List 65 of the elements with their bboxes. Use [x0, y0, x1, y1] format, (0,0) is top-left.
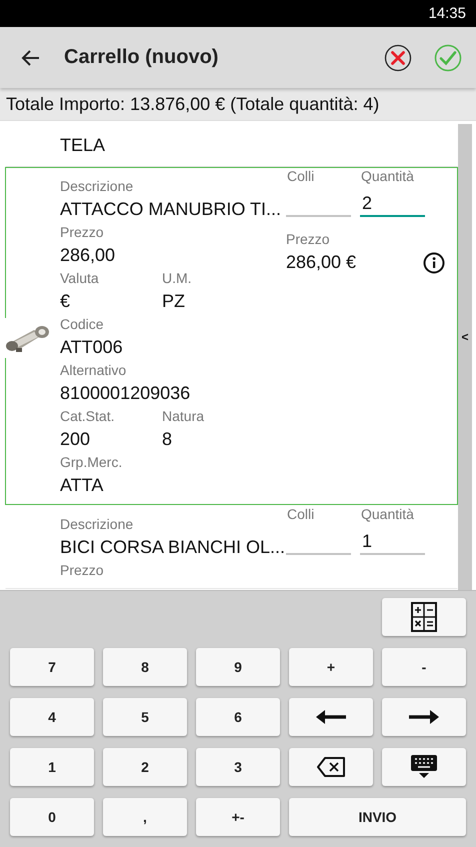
- quantity-label: Quantità: [360, 167, 415, 186]
- cart-item[interactable]: TELA: [5, 121, 458, 167]
- total-summary: Totale Importo: 13.876,00 € (Totale quantità: 4): [0, 88, 476, 121]
- keyboard-key[interactable]: 2: [103, 748, 187, 786]
- field-label: U.M.: [162, 269, 193, 288]
- status-time: 14:35: [428, 5, 466, 22]
- keyboard-key[interactable]: 3: [196, 748, 280, 786]
- field-value: TELA: [60, 134, 106, 157]
- hide-key[interactable]: [382, 748, 466, 786]
- screen-title: Carrello (nuovo): [64, 46, 220, 69]
- keyboard-key[interactable]: 5: [103, 698, 187, 736]
- arrow-left-icon: [316, 710, 346, 724]
- field-label: Valuta: [60, 269, 100, 288]
- keyboard-key[interactable]: 1: [10, 748, 94, 786]
- field-value: PZ: [162, 290, 186, 313]
- quantity-field[interactable]: 1: [360, 526, 425, 555]
- keyboard-key[interactable]: +-: [196, 798, 280, 836]
- info-icon[interactable]: [423, 252, 445, 274]
- keyboard-key[interactable]: ,: [103, 798, 187, 836]
- field-value: 8100001209036: [60, 382, 190, 405]
- field-label: Grp.Merc.: [60, 453, 124, 472]
- keyboard-hide-icon: [411, 755, 437, 779]
- field-value: ATTACCO MANUBRIO TI...: [60, 198, 282, 221]
- keyboard-key[interactable]: 9: [196, 648, 280, 686]
- left-key[interactable]: [289, 698, 373, 736]
- field-label: Cat.Stat.: [60, 407, 116, 426]
- keyboard-key[interactable]: -: [382, 648, 466, 686]
- keyboard-key[interactable]: 7: [10, 648, 94, 686]
- field-label: Prezzo: [60, 223, 105, 242]
- price-label: Prezzo: [286, 230, 331, 249]
- calculator-key[interactable]: [382, 598, 466, 636]
- keyboard-key[interactable]: 4: [10, 698, 94, 736]
- backspace-icon: [317, 757, 345, 777]
- keyboard-key[interactable]: INVIO: [289, 798, 466, 836]
- field-value: BICI CORSA BIANCHI OL...: [60, 536, 286, 559]
- drawer-handle[interactable]: <: [461, 330, 468, 344]
- keyboard-key[interactable]: 8: [103, 648, 187, 686]
- field-value: 8: [162, 428, 174, 451]
- field-label: Descrizione: [60, 177, 134, 196]
- arrow-right-icon: [409, 710, 439, 724]
- cancel-icon[interactable]: [384, 44, 412, 72]
- keyboard-key[interactable]: +: [289, 648, 373, 686]
- field-value: 200: [60, 428, 92, 451]
- keyboard-key[interactable]: 0: [10, 798, 94, 836]
- field-label: Descrizione: [60, 515, 134, 534]
- price-value: 286,00 €: [286, 251, 358, 274]
- right-key[interactable]: [382, 698, 466, 736]
- field-label: Natura: [162, 407, 206, 426]
- colli-label: Colli: [286, 167, 316, 186]
- field-value: ATTA: [60, 474, 104, 497]
- colli-label: Colli: [286, 505, 316, 524]
- keyboard-key[interactable]: 6: [196, 698, 280, 736]
- field-label: Codice: [60, 315, 105, 334]
- field-label: Alternativo: [60, 361, 128, 380]
- quantity-label: Quantità: [360, 505, 415, 524]
- back-icon[interactable]: [21, 48, 41, 68]
- calculator-icon: [411, 602, 437, 632]
- field-value: €: [60, 290, 72, 313]
- field-value: ATT006: [60, 336, 124, 359]
- field-value: 286,00: [60, 244, 116, 267]
- scrollbar[interactable]: <: [458, 124, 472, 590]
- selected-cart-item[interactable]: Descrizione ATTACCO MANUBRIO TI... Prezzo 286,00 Valuta € U.M. PZ Codice ATT006 Alternativo 8100001209036 Cat.Stat. 200 Natura 8 Grp.Merc. ATTA Colli Quantità 2 Prezzo 286,00 €: [5, 167, 458, 505]
- quantity-field[interactable]: 2: [360, 188, 425, 217]
- field-label: Prezzo: [60, 561, 105, 580]
- backspace-key[interactable]: [289, 748, 373, 786]
